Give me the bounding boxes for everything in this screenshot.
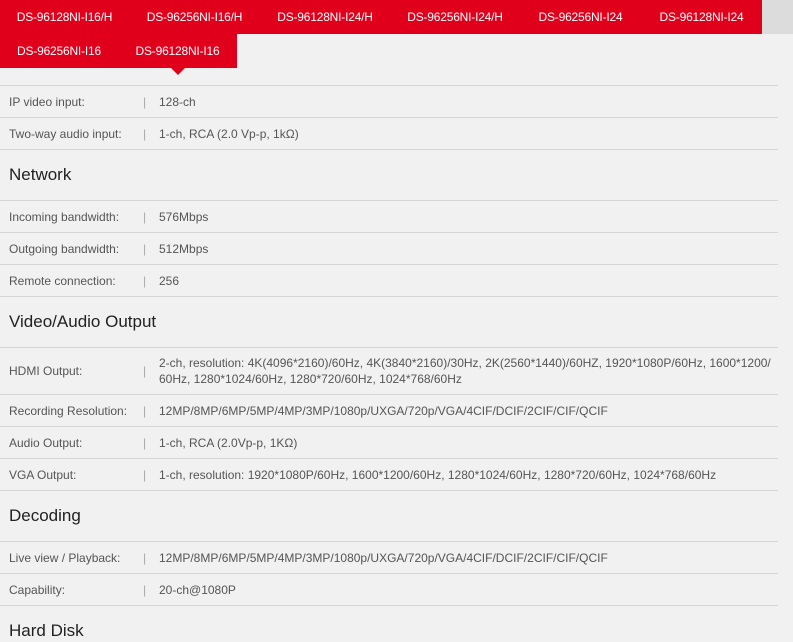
spec-value: 1-ch, resolution: 1920*1080P/60Hz, 1600*… xyxy=(159,467,717,482)
spec-row-hdmi-output: HDMI Output: | 2-ch, resolution: 4K(4096… xyxy=(0,347,778,395)
spec-separator: | xyxy=(143,241,147,256)
tab-ds-96256ni-i16-h[interactable]: DS-96256NI-I16/H xyxy=(129,0,260,34)
spec-value: 1-ch, RCA (2.0 Vp-p, 1kΩ) xyxy=(159,126,299,141)
spec-row-vga-output: VGA Output: | 1-ch, resolution: 1920*108… xyxy=(0,459,778,491)
spec-separator: | xyxy=(143,467,147,482)
spec-value: 12MP/8MP/6MP/5MP/4MP/3MP/1080p/UXGA/720p… xyxy=(159,403,608,418)
spec-label: Capability: xyxy=(9,582,66,597)
spec-row-capability: Capability: | 20-ch@1080P xyxy=(0,574,778,606)
spec-separator: | xyxy=(143,403,147,418)
tab-bar-filler xyxy=(762,0,793,34)
spec-value: 576Mbps xyxy=(159,209,209,224)
spec-separator: | xyxy=(143,364,147,378)
spec-label: VGA Output: xyxy=(9,467,77,482)
tab-ds-96128ni-i16-h[interactable]: DS-96128NI-I16/H xyxy=(0,0,129,34)
tab-ds-96256ni-i16[interactable]: DS-96256NI-I16 xyxy=(0,34,118,68)
spec-row-incoming-bandwidth: Incoming bandwidth: | 576Mbps xyxy=(0,200,778,233)
tab-row-2: DS-96256NI-I16 DS-96128NI-I16 xyxy=(0,34,237,75)
section-title-decoding: Decoding xyxy=(9,506,81,525)
spec-separator: | xyxy=(143,126,147,141)
model-tab-bar: DS-96128NI-I16/H DS-96256NI-I16/H DS-961… xyxy=(0,0,762,75)
spec-row-two-way-audio: Two-way audio input: | 1-ch, RCA (2.0 Vp… xyxy=(0,118,778,150)
spec-value: 128-ch xyxy=(159,94,196,109)
spec-label: Recording Resolution: xyxy=(9,403,128,418)
spec-content: IP video input: | 128-ch Two-way audio i… xyxy=(0,0,778,642)
spec-row-recording-resolution: Recording Resolution: | 12MP/8MP/6MP/5MP… xyxy=(0,395,778,427)
spec-row-remote-connection: Remote connection: | 256 xyxy=(0,265,778,297)
spec-separator: | xyxy=(143,582,147,597)
spec-label: Incoming bandwidth: xyxy=(9,209,120,224)
spec-value: 256 xyxy=(159,273,180,288)
spec-label: Live view / Playback: xyxy=(9,550,121,565)
spec-label: Remote connection: xyxy=(9,273,116,288)
spec-separator: | xyxy=(143,94,147,109)
spec-label: Two-way audio input: xyxy=(9,126,122,141)
spec-row-live-view-playback: Live view / Playback: | 12MP/8MP/6MP/5MP… xyxy=(0,541,778,574)
spec-label: Audio Output: xyxy=(9,435,83,450)
spec-value: 12MP/8MP/6MP/5MP/4MP/3MP/1080p/UXGA/720p… xyxy=(159,550,608,565)
tab-ds-96128ni-i16-active[interactable]: DS-96128NI-I16 xyxy=(118,34,237,75)
section-title-video-audio-output: Video/Audio Output xyxy=(9,312,157,331)
spec-label: Outgoing bandwidth: xyxy=(9,241,120,256)
tab-ds-96256ni-i24[interactable]: DS-96256NI-I24 xyxy=(520,0,641,34)
tab-row-1: DS-96128NI-I16/H DS-96256NI-I16/H DS-961… xyxy=(0,0,762,34)
tab-ds-96256ni-i24-h[interactable]: DS-96256NI-I24/H xyxy=(390,0,520,34)
spec-separator: | xyxy=(143,550,147,565)
spec-value: 1-ch, RCA (2.0Vp-p, 1KΩ) xyxy=(159,435,298,450)
spec-value: 2-ch, resolution: 4K(4096*2160)/60Hz, 4K… xyxy=(159,356,771,386)
spec-row-outgoing-bandwidth: Outgoing bandwidth: | 512Mbps xyxy=(0,233,778,265)
tab-ds-96128ni-i24-h[interactable]: DS-96128NI-I24/H xyxy=(260,0,390,34)
section-title-hard-disk: Hard Disk xyxy=(9,621,84,640)
spec-row-ip-video-input: IP video input: | 128-ch xyxy=(0,85,778,118)
spec-value: 20-ch@1080P xyxy=(159,582,236,597)
spec-separator: | xyxy=(143,209,147,224)
spec-label: IP video input: xyxy=(9,94,85,109)
spec-value: 512Mbps xyxy=(159,241,209,256)
section-title-network: Network xyxy=(9,165,72,184)
tab-ds-96128ni-i24[interactable]: DS-96128NI-I24 xyxy=(641,0,762,34)
spec-separator: | xyxy=(143,435,147,450)
spec-separator: | xyxy=(143,273,147,288)
spec-row-audio-output: Audio Output: | 1-ch, RCA (2.0Vp-p, 1KΩ) xyxy=(0,427,778,459)
spec-label: HDMI Output: xyxy=(9,364,83,378)
